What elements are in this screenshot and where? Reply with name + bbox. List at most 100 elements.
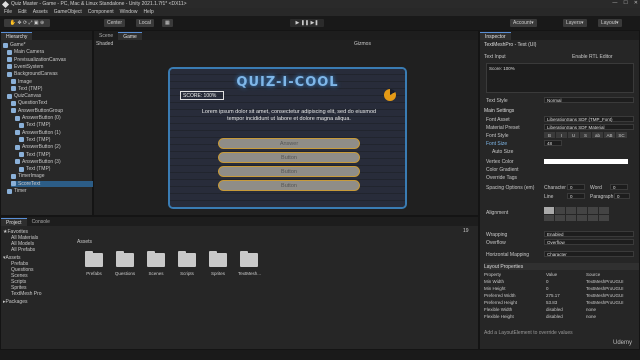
font-style-button[interactable]: AB [604,132,615,138]
hierarchy-item[interactable]: Text (TMP) [19,166,93,172]
character-label: Character [544,184,566,191]
menu-gameobject[interactable]: GameObject [54,9,82,15]
font-style-button[interactable]: S [580,132,591,138]
menu-edit[interactable]: Edit [18,9,27,15]
close-button[interactable]: ✕ [634,0,638,6]
table-cell: 0 [546,286,549,291]
wrapping-dropdown[interactable]: Enabled [544,231,634,237]
text-style-dropdown[interactable]: Normal [544,97,634,103]
hierarchy-item[interactable]: QuizCanvas [7,93,93,99]
paragraph-field[interactable]: 0 [614,193,630,199]
hierarchy-item-label: Text (TMP) [26,166,51,173]
asset-tree-item[interactable]: TextMesh Pro [3,291,73,297]
asset-breadcrumb[interactable]: Assets [77,239,92,245]
rtl-editor-toggle[interactable]: Enable RTL Editor [572,53,613,60]
answer-button-3[interactable]: Button [218,180,360,191]
folder-sprites[interactable]: Sprites [207,251,229,276]
menu-component[interactable]: Component [88,9,114,15]
project-panel: Project Console ★ Favorites All Material… [0,216,479,350]
hierarchy-item[interactable]: AnswerButton (1) [15,130,93,136]
answer-button-1[interactable]: Button [218,152,360,163]
window-title: Quiz Master - Game - PC, Mac & Linux Sta… [11,1,187,7]
answer-button-0[interactable]: Answer [218,138,360,149]
folder-prefabs[interactable]: Prefabs [83,251,105,276]
watermark: Udemy [612,340,632,346]
word-field[interactable]: 0 [610,184,628,190]
tab-hierarchy[interactable]: Hierarchy [1,32,33,40]
table-cell: Flexible Height [484,314,514,319]
answer-button-2[interactable]: Button [218,166,360,177]
folder-textmesh[interactable]: TextMesh... [238,251,261,276]
layout-footer: Add a LayoutElement to override values [484,329,573,336]
game-title: QUIZ-I-COOL [236,75,339,90]
menu-help[interactable]: Help [143,9,153,15]
hierarchy-item[interactable]: Image [11,79,93,85]
packages-header[interactable]: ▸ Packages [3,299,73,305]
hierarchy-item[interactable]: Text (TMP) [19,137,93,143]
menu-window[interactable]: Window [120,9,138,15]
pivot-center-button[interactable]: Center [104,19,126,27]
hierarchy-item[interactable]: Timer [7,188,93,194]
overflow-dropdown[interactable]: Overflow [544,239,634,245]
folder-scenes[interactable]: Scenes [145,251,167,276]
hierarchy-item[interactable]: Text (TMP) [11,86,93,92]
line-field[interactable]: 0 [567,193,585,199]
tab-inspector[interactable]: Inspector [480,32,511,40]
minimize-button[interactable]: — [612,0,617,6]
hierarchy-item[interactable]: BackgroundCanvas [7,71,93,77]
folder-questions[interactable]: Questions [114,251,136,276]
hierarchy-item[interactable]: AnswerButton (0) [15,115,93,121]
character-field[interactable]: 0 [567,184,585,190]
tab-game[interactable]: Game [118,32,142,40]
font-asset-field[interactable]: LiberationSans SDF (TMP_Font) [544,116,634,122]
font-style-button[interactable]: I [556,132,567,138]
tab-scene[interactable]: Scene [94,32,118,40]
shading-dropdown[interactable]: Shaded [96,41,113,47]
folder-scripts[interactable]: Scripts [176,251,198,276]
hierarchy-item[interactable]: EventSystem [7,64,93,70]
vertex-color-swatch[interactable] [544,159,628,164]
color-gradient-label: Color Gradient [486,166,519,173]
alignment-buttons[interactable] [544,207,609,221]
font-style-button[interactable]: SC [616,132,627,138]
menu-file[interactable]: File [4,9,12,15]
tab-console[interactable]: Console [27,218,55,226]
override-tags-label: Override Tags [486,174,518,181]
layers-dropdown[interactable]: Layers ▾ [563,19,587,27]
font-style-button[interactable]: B [544,132,555,138]
font-size-field[interactable]: 48 [544,140,562,146]
hierarchy-item[interactable]: TimerImage [11,173,93,179]
score-text[interactable]: SCORE: 100% [180,91,224,100]
hierarchy-item-label: Timer [14,188,27,194]
menu-assets[interactable]: Assets [33,9,48,15]
table-cell: none [586,314,597,319]
horizontal-mapping-dropdown[interactable]: Character [544,251,634,257]
transform-tools[interactable]: ✋ ✥ ⟳ ⤢ ▣ ⊕ [4,19,50,27]
hierarchy-item-label: AnswerButton (1) [22,129,61,136]
font-style-button[interactable]: U [568,132,579,138]
hierarchy-item[interactable]: ScoreText [11,180,93,187]
layout-dropdown[interactable]: Layout ▾ [598,19,622,27]
hierarchy-item[interactable]: Main Camera [7,49,93,55]
hierarchy-item[interactable]: PrevisualizationCanvas [7,57,93,63]
hierarchy-item[interactable]: Game* [3,42,93,48]
hierarchy-item[interactable]: Text (TMP) [19,122,93,128]
gizmos-dropdown[interactable]: Gizmos [354,41,371,47]
tab-project[interactable]: Project [1,218,27,226]
pivot-local-button[interactable]: Local [136,19,154,27]
hierarchy-item-label: Main Camera [14,49,45,56]
play-controls[interactable]: ▶ ❚❚ ▶❚ [290,19,324,27]
grid-snap-button[interactable]: ▦ [162,19,173,27]
text-input-field[interactable]: Score: 100% [486,63,634,93]
font-style-button[interactable]: ab [592,132,603,138]
hierarchy-item[interactable]: Text (TMP) [19,152,93,158]
account-button[interactable]: Account ▾ [510,19,537,27]
maximize-button[interactable]: ☐ [623,0,627,6]
hierarchy-item[interactable]: AnswerButton (3) [15,159,93,165]
material-preset-dropdown[interactable]: LiberationSans SDF Material [544,124,634,130]
hierarchy-item[interactable]: QuestionText [11,100,93,106]
layout-properties-header[interactable]: Layout Properties [484,263,639,270]
hierarchy-item[interactable]: AnswerButtonGroup [11,108,93,114]
hierarchy-item[interactable]: AnswerButton (2) [15,144,93,150]
fav-item[interactable]: All Prefabs [3,247,73,253]
